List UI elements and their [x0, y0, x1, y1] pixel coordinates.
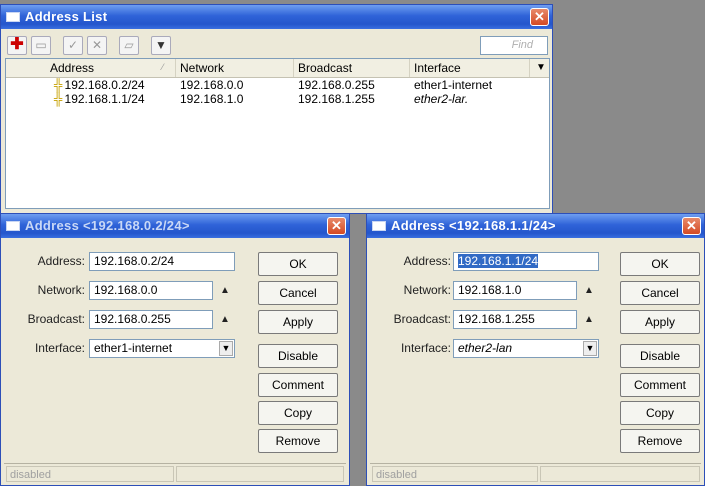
dialog-titlebar[interactable]: Address <192.168.0.2/24> ✕ [1, 214, 349, 238]
table-header: Address ⁄ Network Broadcast Interface ▼ [6, 59, 549, 78]
column-broadcast[interactable]: Broadcast [294, 59, 410, 77]
apply-button[interactable]: Apply [258, 310, 338, 334]
remove-button[interactable]: Remove [620, 429, 700, 453]
row-network: 192.168.1.0 [180, 92, 244, 106]
enable-icon[interactable]: ✓ [63, 36, 83, 55]
disable-button[interactable]: Disable [620, 344, 700, 368]
row-address: ╬ 192.168.1.1/24 [54, 92, 145, 106]
status-bar: disabled [4, 463, 346, 483]
address-icon: ╬ [54, 78, 63, 92]
address-icon: ╬ [54, 92, 63, 106]
interface-label: Interface: [400, 341, 451, 355]
comment-button[interactable]: Comment [620, 373, 700, 397]
window-icon [6, 12, 20, 22]
add-icon[interactable]: ✚ [7, 36, 27, 55]
broadcast-field[interactable]: 192.168.1.255 [453, 310, 577, 329]
address-list-titlebar[interactable]: Address List ✕ [1, 5, 552, 29]
broadcast-field[interactable]: 192.168.0.255 [89, 310, 213, 329]
close-button[interactable]: ✕ [530, 8, 549, 26]
row-address: ╬ 192.168.0.2/24 [54, 78, 145, 92]
network-field[interactable]: 192.168.0.0 [89, 281, 213, 300]
status-bar: disabled [370, 463, 701, 483]
row-broadcast: 192.168.0.255 [298, 78, 375, 92]
broadcast-label: Broadcast: [393, 312, 451, 326]
address-label: Address: [37, 254, 85, 268]
column-network[interactable]: Network [176, 59, 294, 77]
comment-icon[interactable]: ▱ [119, 36, 139, 55]
copy-button[interactable]: Copy [258, 401, 338, 425]
table-row[interactable]: ╬ 192.168.1.1/24 192.168.1.0 192.168.1.25… [6, 92, 549, 106]
disable-icon[interactable]: ✕ [87, 36, 107, 55]
expand-up-icon[interactable]: ▲ [584, 285, 594, 296]
interface-select[interactable]: ether1-internet [89, 339, 235, 358]
address-field[interactable]: 192.168.0.2/24 [89, 252, 235, 271]
network-label: Network: [403, 283, 451, 297]
cancel-button[interactable]: Cancel [620, 281, 700, 305]
broadcast-label: Broadcast: [27, 312, 85, 326]
row-broadcast: 192.168.1.255 [298, 92, 375, 106]
disable-button[interactable]: Disable [258, 344, 338, 368]
status-cell [176, 466, 344, 482]
remove-icon[interactable]: ▭ [31, 36, 51, 55]
address-value: 192.168.1.1/24 [458, 254, 539, 268]
close-button[interactable]: ✕ [327, 217, 346, 235]
address-dialog-2: Address <192.168.1.1/24> ✕ Address: 192.… [366, 213, 705, 486]
column-menu-icon[interactable]: ▼ [536, 59, 546, 77]
row-network: 192.168.0.0 [180, 78, 244, 92]
interface-select[interactable]: ether2-lan [453, 339, 599, 358]
address-list-window: Address List ✕ ✚ ▭ ✓ ✕ ▱ ▼ Find Address … [0, 4, 553, 214]
address-table: Address ⁄ Network Broadcast Interface ▼ … [5, 58, 550, 209]
status-text: disabled [372, 466, 538, 482]
dropdown-arrow-icon[interactable]: ▼ [583, 341, 597, 356]
close-button[interactable]: ✕ [682, 217, 701, 235]
status-cell [540, 466, 700, 482]
cancel-button[interactable]: Cancel [258, 281, 338, 305]
row-interface: ether2-lar. [414, 92, 469, 106]
address-field[interactable]: 192.168.1.1/24 [453, 252, 599, 271]
remove-button[interactable]: Remove [258, 429, 338, 453]
apply-button[interactable]: Apply [620, 310, 700, 334]
network-field[interactable]: 192.168.1.0 [453, 281, 577, 300]
ok-button[interactable]: OK [620, 252, 700, 276]
filter-icon[interactable]: ▼ [151, 36, 171, 55]
column-address[interactable]: Address [46, 59, 176, 77]
toolbar: ✚ ▭ ✓ ✕ ▱ ▼ Find [5, 34, 548, 56]
window-title: Address List [25, 9, 108, 24]
copy-button[interactable]: Copy [620, 401, 700, 425]
window-icon [6, 221, 20, 231]
comment-button[interactable]: Comment [258, 373, 338, 397]
dropdown-arrow-icon[interactable]: ▼ [219, 341, 233, 356]
interface-label: Interface: [34, 341, 85, 355]
window-icon [372, 221, 386, 231]
network-label: Network: [37, 283, 85, 297]
expand-up-icon[interactable]: ▲ [220, 285, 230, 296]
ok-button[interactable]: OK [258, 252, 338, 276]
expand-up-icon[interactable]: ▲ [584, 314, 594, 325]
status-text: disabled [6, 466, 174, 482]
address-dialog-1: Address <192.168.0.2/24> ✕ Address: 192.… [0, 213, 350, 486]
row-address-text: 192.168.0.2/24 [64, 78, 145, 92]
find-input[interactable]: Find [480, 36, 548, 55]
sort-indicator-icon: ⁄ [162, 62, 164, 72]
row-address-text: 192.168.1.1/24 [64, 92, 145, 106]
dialog-titlebar[interactable]: Address <192.168.1.1/24> ✕ [367, 214, 704, 238]
dialog-title: Address <192.168.1.1/24> [391, 218, 556, 233]
row-interface: ether1-internet [414, 78, 493, 92]
expand-up-icon[interactable]: ▲ [220, 314, 230, 325]
column-interface[interactable]: Interface [410, 59, 530, 77]
address-label: Address: [403, 254, 451, 268]
dialog-title: Address <192.168.0.2/24> [25, 218, 190, 233]
table-row[interactable]: ╬ 192.168.0.2/24 192.168.0.0 192.168.0.25… [6, 78, 549, 92]
